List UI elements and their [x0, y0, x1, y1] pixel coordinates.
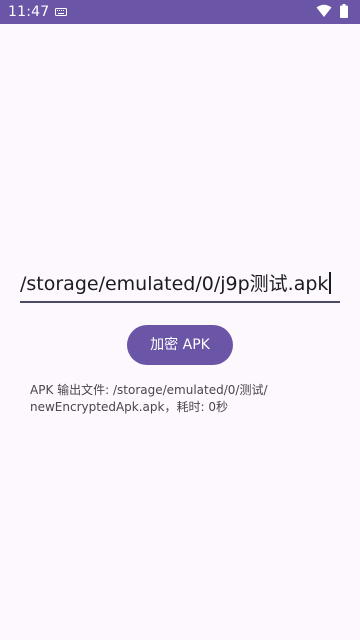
apk-path-input[interactable]: /storage/emulated/0/j9p测试.apk: [20, 269, 340, 303]
main-content: /storage/emulated/0/j9p测试.apk 加密 APK APK…: [0, 24, 360, 640]
text-cursor: [329, 272, 332, 294]
wifi-icon: [316, 4, 332, 17]
status-bar: 11:47: [0, 0, 360, 24]
apk-path-value: /storage/emulated/0/j9p测试.apk: [20, 273, 329, 295]
encrypt-apk-button[interactable]: 加密 APK: [127, 325, 233, 365]
status-time: 11:47: [8, 4, 50, 20]
output-info: APK 输出文件: /storage/emulated/0/测试/ newEnc…: [30, 382, 330, 416]
output-line-2: newEncryptedApk.apk，耗时: 0秒: [30, 400, 228, 414]
keyboard-icon: [55, 8, 67, 16]
output-line-1: APK 输出文件: /storage/emulated/0/测试/: [30, 383, 268, 397]
battery-icon: [340, 4, 348, 18]
